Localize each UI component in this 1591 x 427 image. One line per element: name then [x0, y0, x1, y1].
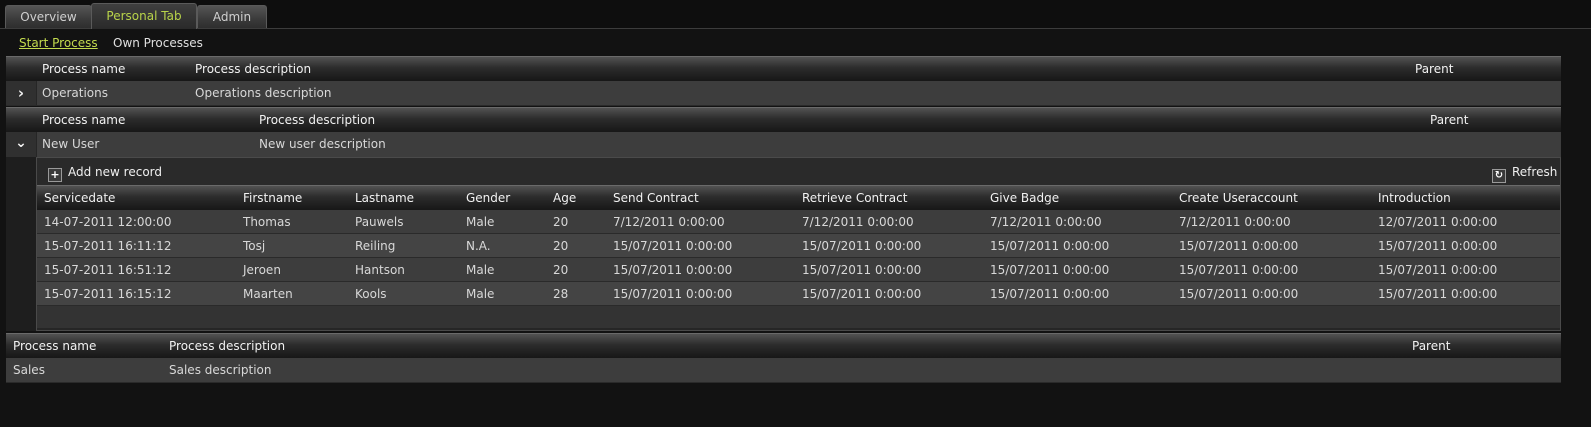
cell-age: 20 [553, 215, 569, 229]
add-new-record-button[interactable]: + Add new record [48, 165, 162, 182]
cell-send-contract: 15/07/2011 0:00:00 [613, 287, 733, 301]
process-row-new-user[interactable]: ⌄ New User New user description [6, 132, 1561, 158]
detail-gutter [6, 157, 36, 331]
cell-introduction: 15/07/2011 0:00:00 [1378, 263, 1498, 277]
process-description: Sales description [169, 363, 272, 377]
process-row-operations[interactable]: › Operations Operations description [6, 81, 1561, 106]
column-parent[interactable]: Parent [1415, 62, 1453, 76]
cell-firstname: Jeroen [243, 263, 281, 277]
cell-servicedate: 14-07-2011 12:00:00 [44, 215, 172, 229]
column-create-useraccount[interactable]: Create Useraccount [1179, 191, 1298, 205]
column-process-name[interactable]: Process name [42, 62, 125, 76]
cell-firstname: Maarten [243, 287, 293, 301]
cell-servicedate: 15-07-2011 16:51:12 [44, 263, 172, 277]
table-row[interactable]: 15-07-2011 16:51:12 Jeroen Hantson Male … [37, 258, 1560, 282]
column-gender[interactable]: Gender [466, 191, 510, 205]
column-retrieve-contract[interactable]: Retrieve Contract [802, 191, 907, 205]
cell-lastname: Kools [355, 287, 387, 301]
process-table-header-3: Process name Process description Parent [6, 333, 1561, 359]
process-name: New User [42, 137, 100, 151]
cell-give-badge: 15/07/2011 0:00:00 [990, 239, 1110, 253]
tab-overview[interactable]: Overview [5, 5, 92, 28]
column-give-badge[interactable]: Give Badge [990, 191, 1059, 205]
cell-introduction: 12/07/2011 0:00:00 [1378, 215, 1498, 229]
column-firstname[interactable]: Firstname [243, 191, 302, 205]
cell-create-useraccount: 15/07/2011 0:00:00 [1179, 239, 1299, 253]
process-name: Sales [13, 363, 45, 377]
own-processes-link[interactable]: Own Processes [113, 36, 203, 50]
cell-firstname: Tosj [243, 239, 266, 253]
cell-servicedate: 15-07-2011 16:11:12 [44, 239, 172, 253]
cell-age: 20 [553, 263, 569, 277]
collapse-chevron-icon[interactable]: ⌄ [6, 132, 37, 157]
cell-lastname: Reiling [355, 239, 396, 253]
process-table-header-2: Process name Process description Parent [6, 107, 1561, 133]
process-description: Operations description [195, 86, 332, 100]
cell-give-badge: 15/07/2011 0:00:00 [990, 287, 1110, 301]
table-row[interactable]: 15-07-2011 16:15:12 Maarten Kools Male 2… [37, 282, 1560, 306]
table-row[interactable]: 14-07-2011 12:00:00 Thomas Pauwels Male … [37, 210, 1560, 234]
column-process-description[interactable]: Process description [195, 62, 311, 76]
cell-retrieve-contract: 15/07/2011 0:00:00 [802, 239, 922, 253]
cell-lastname: Hantson [355, 263, 405, 277]
column-process-description[interactable]: Process description [259, 113, 375, 127]
process-description: New user description [259, 137, 386, 151]
expand-chevron-icon[interactable]: › [6, 81, 37, 105]
grid-header: Servicedate Firstname Lastname Gender Ag… [37, 185, 1560, 211]
cell-create-useraccount: 15/07/2011 0:00:00 [1179, 287, 1299, 301]
process-table-header-1: Process name Process description Parent [6, 56, 1561, 82]
tab-admin[interactable]: Admin [197, 5, 267, 28]
cell-firstname: Thomas [243, 215, 291, 229]
cell-send-contract: 15/07/2011 0:00:00 [613, 263, 733, 277]
column-process-description[interactable]: Process description [169, 339, 285, 353]
tab-bar: Overview Personal Tab Admin [0, 0, 1591, 29]
start-process-link[interactable]: Start Process [19, 36, 98, 50]
cell-gender: N.A. [466, 239, 491, 253]
cell-retrieve-contract: 7/12/2011 0:00:00 [802, 215, 914, 229]
refresh-icon: ↻ [1492, 169, 1506, 183]
tab-personal[interactable]: Personal Tab [91, 3, 197, 29]
column-parent[interactable]: Parent [1412, 339, 1450, 353]
user-detail-grid: + Add new record ↻ Refresh Servicedate Fir… [36, 157, 1561, 331]
cell-retrieve-contract: 15/07/2011 0:00:00 [802, 263, 922, 277]
cell-age: 20 [553, 239, 569, 253]
column-parent[interactable]: Parent [1430, 113, 1468, 127]
column-servicedate[interactable]: Servicedate [44, 191, 115, 205]
cell-create-useraccount: 7/12/2011 0:00:00 [1179, 215, 1291, 229]
column-age[interactable]: Age [553, 191, 576, 205]
column-lastname[interactable]: Lastname [355, 191, 414, 205]
cell-servicedate: 15-07-2011 16:15:12 [44, 287, 172, 301]
cell-create-useraccount: 15/07/2011 0:00:00 [1179, 263, 1299, 277]
process-row-sales[interactable]: Sales Sales description [6, 358, 1561, 383]
cell-introduction: 15/07/2011 0:00:00 [1378, 287, 1498, 301]
cell-send-contract: 7/12/2011 0:00:00 [613, 215, 725, 229]
plus-icon: + [48, 168, 62, 182]
cell-give-badge: 7/12/2011 0:00:00 [990, 215, 1102, 229]
cell-gender: Male [466, 215, 495, 229]
cell-gender: Male [466, 287, 495, 301]
column-process-name[interactable]: Process name [13, 339, 96, 353]
column-send-contract[interactable]: Send Contract [613, 191, 699, 205]
table-row[interactable]: 15-07-2011 16:11:12 Tosj Reiling N.A. 20… [37, 234, 1560, 258]
grid-toolbar: + Add new record ↻ Refresh [37, 158, 1560, 185]
process-name: Operations [42, 86, 108, 100]
cell-send-contract: 15/07/2011 0:00:00 [613, 239, 733, 253]
cell-age: 28 [553, 287, 569, 301]
cell-retrieve-contract: 15/07/2011 0:00:00 [802, 287, 922, 301]
refresh-button[interactable]: ↻ Refresh [1492, 165, 1557, 183]
cell-give-badge: 15/07/2011 0:00:00 [990, 263, 1110, 277]
column-introduction[interactable]: Introduction [1378, 191, 1451, 205]
column-process-name[interactable]: Process name [42, 113, 125, 127]
grid-empty-area [37, 306, 1560, 328]
cell-lastname: Pauwels [355, 215, 404, 229]
cell-introduction: 15/07/2011 0:00:00 [1378, 239, 1498, 253]
cell-gender: Male [466, 263, 495, 277]
